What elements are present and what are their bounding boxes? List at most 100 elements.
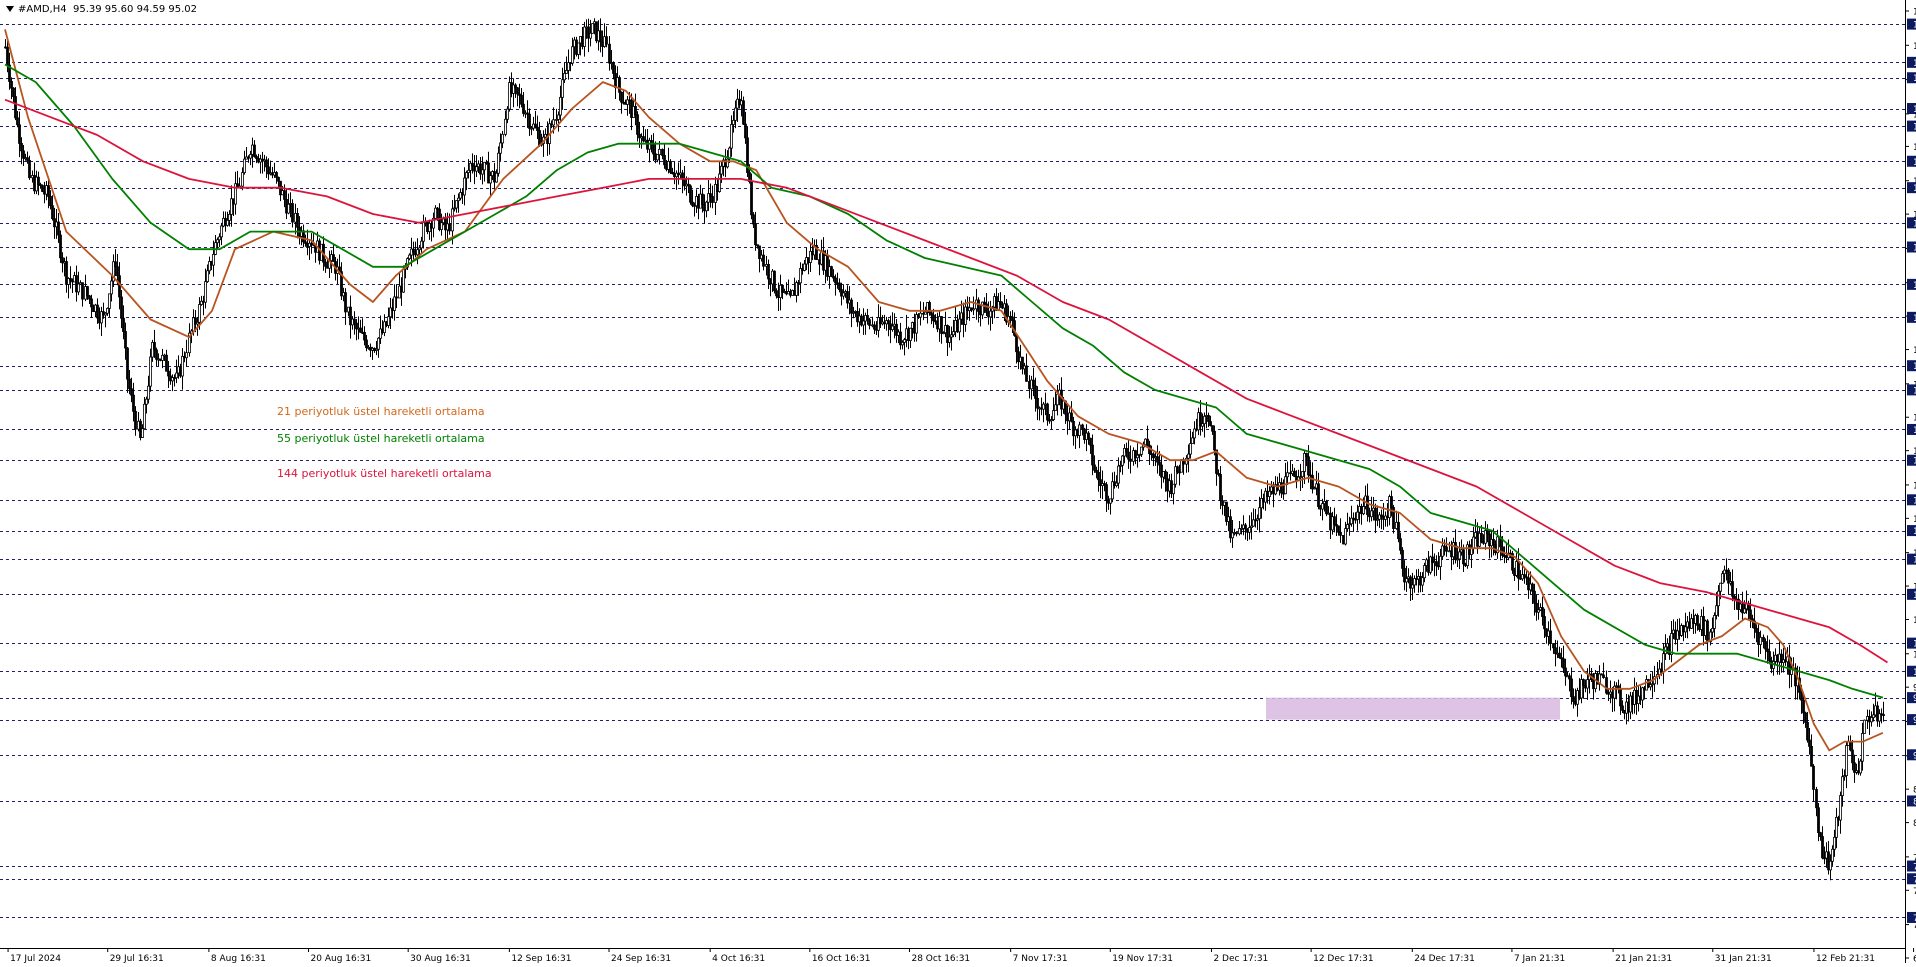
candle-body: [735, 108, 737, 120]
candle-body: [657, 155, 659, 160]
candle-body: [435, 208, 437, 218]
candle-body: [712, 196, 714, 202]
x-tick-label: 12 Dec 17:31: [1313, 954, 1374, 963]
candle-body: [1106, 485, 1108, 501]
candle-body: [278, 177, 280, 181]
candle-body: [1760, 637, 1762, 644]
candle-body: [653, 145, 655, 154]
candle-body: [1118, 466, 1120, 483]
candle-body: [959, 319, 961, 332]
candle-body: [1173, 484, 1175, 493]
candle-body: [1573, 697, 1575, 702]
candle-body: [1071, 413, 1073, 421]
candle-body: [1532, 584, 1534, 591]
candle-body: [560, 97, 562, 115]
candle-body: [1371, 511, 1373, 517]
candle-body: [515, 85, 517, 88]
candle-body: [168, 371, 170, 376]
candle-body: [874, 325, 876, 329]
candle-body: [1716, 606, 1718, 616]
candle-body: [751, 182, 753, 215]
candle-body: [1208, 415, 1210, 421]
x-tick-label: 29 Jul 16:31: [110, 954, 164, 963]
x-tick-label: 31 Jan 21:31: [1715, 954, 1772, 963]
x-tick-label: 8 Aug 16:31: [211, 954, 266, 963]
candle-body: [869, 320, 871, 326]
candle-body: [1850, 742, 1852, 750]
candle-body: [1685, 627, 1687, 632]
candle-body: [606, 37, 608, 45]
candle-body: [831, 267, 833, 277]
candle-body: [1422, 578, 1424, 585]
candle-body: [87, 287, 89, 296]
candle-body: [250, 154, 252, 158]
candle-body: [1455, 543, 1457, 560]
candle-body: [1000, 302, 1002, 305]
candle-body: [529, 114, 531, 128]
x-tick-label: 24 Dec 17:31: [1414, 954, 1475, 963]
candle-body: [284, 191, 286, 200]
candle-body: [1832, 849, 1834, 861]
candle-body: [1098, 472, 1100, 479]
candle-body: [804, 264, 806, 270]
dropdown-triangle-icon[interactable]: [6, 6, 14, 12]
x-tick-label: 12 Feb 21:31: [1816, 954, 1875, 963]
candle-body: [1338, 526, 1340, 532]
candle-body: [1563, 659, 1565, 668]
candle-body: [205, 282, 207, 303]
candle-body: [613, 63, 615, 74]
candle-body: [572, 47, 574, 63]
candle-body: [154, 342, 156, 349]
candle-body: [1312, 476, 1314, 489]
candle-body: [1026, 366, 1028, 381]
candle-body: [1707, 621, 1709, 642]
candle-body: [523, 104, 525, 113]
candle-body: [566, 70, 568, 73]
candle-body: [1663, 654, 1665, 672]
candle-body: [986, 304, 988, 312]
candle-body: [1481, 533, 1483, 541]
candle-body: [990, 311, 992, 317]
candle-body: [600, 31, 602, 42]
candle-body: [692, 202, 694, 205]
candle-body: [199, 305, 201, 323]
candle-body: [1816, 789, 1818, 807]
candle-body: [7, 47, 9, 65]
candle-body: [690, 186, 692, 202]
candle-body: [1281, 483, 1283, 493]
candle-body: [378, 338, 380, 349]
candle-body: [763, 255, 765, 266]
candle-body: [456, 201, 458, 208]
candle-body: [978, 300, 980, 311]
candle-body: [843, 293, 845, 296]
x-tick-label: 2 Dec 17:31: [1213, 954, 1268, 963]
candle-body: [973, 309, 975, 310]
candle-body: [721, 166, 723, 174]
candle-body: [131, 389, 133, 395]
candle-body: [537, 127, 539, 130]
candle-body: [1756, 628, 1758, 632]
candle-body: [1518, 561, 1520, 578]
candle-body: [1883, 715, 1885, 716]
candle-body: [1534, 591, 1536, 603]
x-tick-label: 16 Oct 16:31: [812, 954, 871, 963]
candle-body: [490, 176, 492, 183]
candle-body: [1214, 431, 1216, 450]
candle-body: [1141, 447, 1143, 454]
candle-body: [1357, 512, 1359, 519]
candle-body: [553, 120, 555, 125]
candle-body: [1012, 317, 1014, 321]
legend-ema144: 144 periyotluk üstel hareketli ortalama: [277, 467, 492, 480]
candle-body: [452, 209, 454, 231]
candle-body: [135, 411, 137, 429]
candle-body: [1057, 394, 1059, 405]
candle-body: [1834, 837, 1836, 849]
candle-body: [851, 300, 853, 313]
candle-body: [517, 88, 519, 94]
candle-body: [1763, 637, 1765, 641]
candle-body: [500, 143, 502, 153]
candle-body: [562, 80, 564, 98]
candle-body: [1436, 562, 1438, 566]
candle-body: [1088, 433, 1090, 438]
legend-ema55: 55 periyotluk üstel hareketli ortalama: [277, 432, 485, 445]
